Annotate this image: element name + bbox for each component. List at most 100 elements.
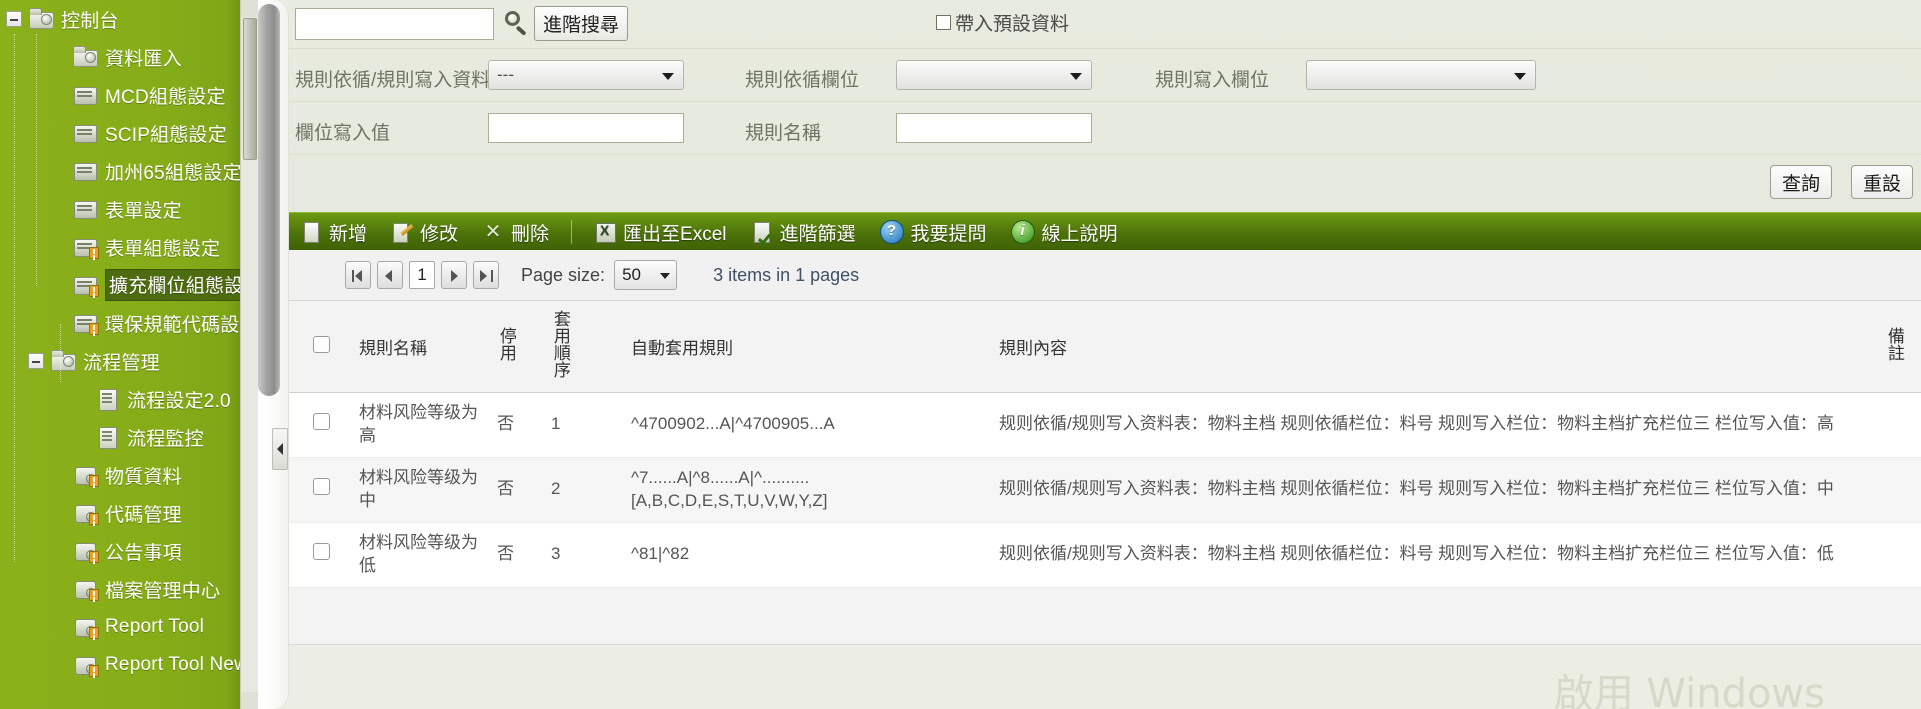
sidebar-scroll-up-arrow[interactable]: [241, 0, 258, 17]
col-auto-rule[interactable]: 自動套用規則: [625, 301, 993, 393]
cell-disabled-text: 否: [497, 414, 514, 434]
application-window: 控制台 資料匯入 MCD組態設定 SCIP組態設定加州65組態設定 表單設定 表單組態設定…: [0, 0, 1921, 709]
current-page-input[interactable]: 1: [409, 261, 435, 289]
cell-disabled-text: 否: [497, 544, 514, 564]
sidebar-item-item-9[interactable]: 流程設定2.0: [0, 380, 258, 418]
sidebar-item-item-5[interactable]: 表單組態設定: [0, 228, 258, 266]
sidebar-scrollbar[interactable]: [240, 0, 258, 709]
row-checkbox[interactable]: [312, 542, 330, 560]
rule-field-select[interactable]: [896, 60, 1092, 90]
sidebar-item-item-14[interactable]: 檔案管理中心: [0, 570, 258, 608]
rule-table-select[interactable]: ---: [488, 60, 684, 90]
table-footer-row: [289, 587, 1921, 645]
cell-rule-content-text: 规则依循/规则写入资料表：物料主档 规则依循栏位：料号 规则写入栏位：物料主档扩…: [999, 414, 1834, 434]
sidebar-item-item-16[interactable]: Report Tool New: [0, 646, 258, 684]
delete-button-label: 刪除: [511, 223, 550, 245]
sidebar-item-item-8[interactable]: 流程管理: [0, 342, 258, 380]
row-checkbox[interactable]: [312, 412, 330, 430]
add-button[interactable]: 新增: [288, 213, 379, 251]
content-scrollbar[interactable]: [258, 0, 289, 709]
sidebar-item-item-4[interactable]: 表單設定: [0, 190, 258, 228]
cell-auto-rule-text: ^81|^82: [631, 544, 690, 564]
sidebar-item-item-10[interactable]: 流程監控: [0, 418, 258, 456]
previous-page-button[interactable]: [377, 261, 403, 289]
field-write-value-input[interactable]: [488, 113, 684, 143]
col-disabled-label: 停用: [496, 327, 516, 361]
sidebar-item-label: 環保規範代碼設定: [105, 314, 258, 336]
export-excel-button[interactable]: 匯出至Excel: [582, 213, 738, 251]
page-size-select[interactable]: 50: [614, 260, 678, 290]
add-button-label: 新增: [329, 223, 368, 245]
cell-apply-order: 3: [545, 522, 625, 588]
col-rule-name[interactable]: 規則名稱: [353, 301, 491, 393]
sidebar-scroll-down-arrow[interactable]: [241, 692, 258, 709]
sidebar-item-label: Report Tool: [105, 616, 205, 637]
rule-write-field-select[interactable]: [1306, 60, 1536, 90]
row-select-cell[interactable]: [289, 457, 353, 523]
last-page-button[interactable]: [473, 261, 499, 289]
tree-expander-icon[interactable]: [6, 11, 22, 27]
sidebar-item-item-13[interactable]: 公告事項: [0, 532, 258, 570]
query-button[interactable]: 查詢: [1769, 165, 1832, 199]
advanced-filter-button[interactable]: 進階篩選: [739, 213, 868, 251]
grid-toolbar: 新增 修改 ✕ 刪除 匯出至Excel 進階篩選 ? 我要提問: [288, 212, 1921, 253]
sidebar-item-item-2[interactable]: SCIP組態設定: [0, 114, 258, 152]
tree-expander-icon[interactable]: [28, 353, 44, 369]
table-row[interactable]: 材料风险等级为中否 2 ^7......A|^8......A|^.........…: [289, 457, 1921, 523]
row-select-cell[interactable]: [289, 392, 353, 458]
select-all-checkbox[interactable]: [312, 335, 330, 353]
header-row: 規則名稱 停用 套用順序 自動套用規則 規則內容 備註: [289, 301, 1921, 393]
cell-rule-content-text: 规则依循/规则写入资料表：物料主档 规则依循栏位：料号 规则写入栏位：物料主档扩…: [999, 544, 1834, 564]
col-apply-order[interactable]: 套用順序: [545, 301, 625, 393]
sidebar-item-item-1[interactable]: MCD組態設定: [0, 76, 258, 114]
cell-memo: [1867, 392, 1921, 458]
config-alert-icon: [72, 273, 99, 297]
table-row[interactable]: 材料风险等级为低否 3 ^81|^82 规则依循/规则写入资料表：物料主档 规则依循栏…: [289, 522, 1921, 588]
advanced-filter-label: 進階篩選: [779, 223, 856, 245]
export-excel-label: 匯出至Excel: [623, 223, 727, 245]
content-scroll-thumb[interactable]: [258, 4, 280, 396]
rule-table-label: 規則依循/規則寫入資料表: [295, 70, 510, 91]
info-icon: i: [1010, 220, 1035, 244]
cell-rule-name: 材料风险等级为低: [353, 522, 491, 588]
cell-rule-name: 材料风险等级为中: [353, 457, 491, 523]
sidebar-item-item-7[interactable]: 環保規範代碼設定: [0, 304, 258, 342]
cell-rule-name-text: 材料风险等级为高: [359, 403, 478, 445]
sidebar-item-item-12[interactable]: 代碼管理: [0, 494, 258, 532]
sidebar-scroll-thumb[interactable]: [243, 18, 257, 160]
next-page-button[interactable]: [441, 261, 467, 289]
reset-button[interactable]: 重設: [1850, 165, 1913, 199]
delete-button[interactable]: ✕ 刪除: [470, 213, 561, 251]
sidebar-item-item-15[interactable]: Report Tool: [0, 608, 258, 646]
first-page-button[interactable]: [345, 261, 371, 289]
col-disabled[interactable]: 停用: [491, 301, 545, 393]
row-select-cell[interactable]: [289, 522, 353, 588]
config-icon: [72, 197, 98, 221]
chevron-down-icon: [662, 73, 674, 80]
col-memo[interactable]: 備註: [1867, 301, 1921, 393]
sidebar-item-root[interactable]: 控制台: [0, 0, 258, 38]
col-apply-order-label: 套用順序: [550, 310, 570, 378]
question-mark-icon: ?: [879, 220, 904, 244]
table-row[interactable]: 材料风险等级为高否 1 ^4700902...A|^4700905...A 规则依循/…: [289, 392, 1921, 458]
sidebar-item-label: SCIP組態設定: [105, 124, 227, 146]
sidebar-collapse-handle[interactable]: [272, 428, 288, 470]
edit-button-label: 修改: [420, 223, 459, 245]
sidebar-item-item-6[interactable]: 擴充欄位組態設定: [0, 266, 258, 304]
sidebar-item-label: 物質資料: [105, 466, 182, 488]
advanced-search-button[interactable]: 進階搜尋: [534, 6, 629, 41]
report-icon: [72, 615, 99, 639]
sidebar-item-item-3[interactable]: 加州65組態設定: [0, 152, 258, 190]
sidebar-item-item-11[interactable]: 物質資料: [0, 456, 258, 494]
load-default-data-checkbox[interactable]: [936, 15, 951, 30]
col-rule-content[interactable]: 規則內容: [993, 301, 1867, 393]
online-help-button[interactable]: i 線上說明: [999, 213, 1130, 251]
edit-button[interactable]: 修改: [379, 213, 470, 251]
sidebar-item-item-0[interactable]: 資料匯入: [0, 38, 258, 76]
ask-question-button[interactable]: ? 我要提問: [868, 213, 999, 251]
sidebar-item-label: MCD組態設定: [105, 86, 226, 108]
search-input[interactable]: [295, 8, 494, 40]
rule-name-input[interactable]: [896, 113, 1092, 143]
search-icon[interactable]: [503, 10, 529, 38]
row-checkbox[interactable]: [312, 477, 330, 495]
